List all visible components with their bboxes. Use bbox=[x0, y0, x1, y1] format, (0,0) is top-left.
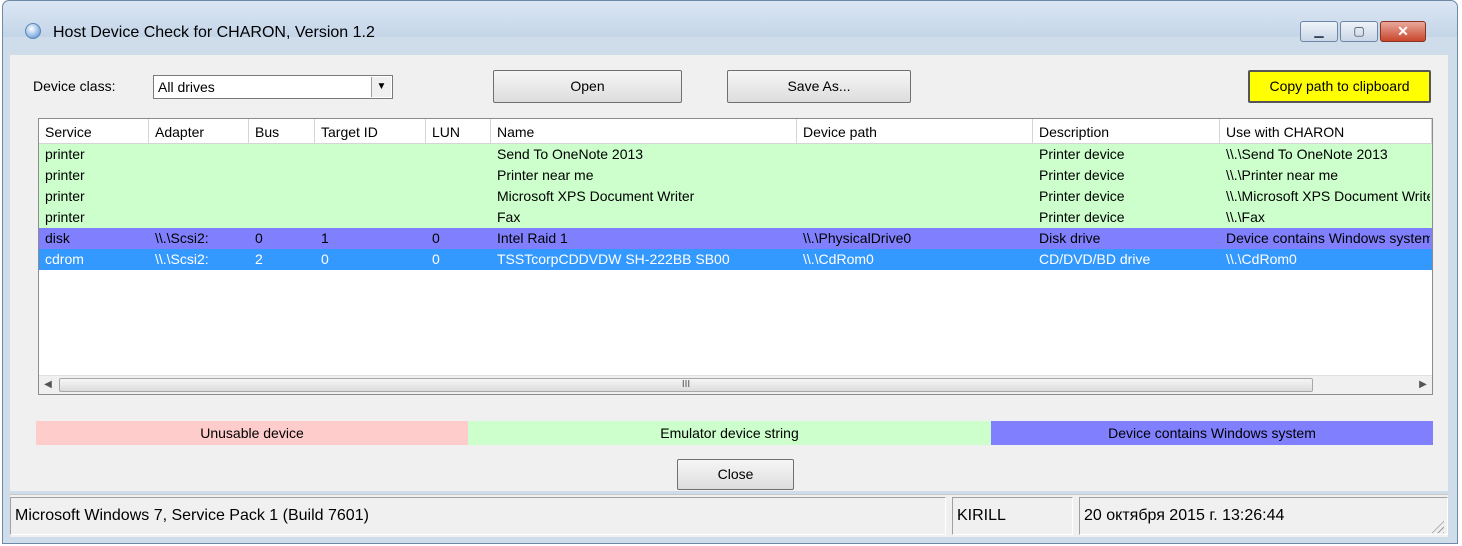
cell-name: Microsoft XPS Document Writer bbox=[497, 188, 695, 204]
column-header-adapter[interactable]: Adapter bbox=[149, 119, 249, 143]
cell-target-id: 0 bbox=[321, 251, 329, 267]
column-header-target-id[interactable]: Target ID bbox=[315, 119, 426, 143]
table-row[interactable]: printer Microsoft XPS Document Writer Prin… bbox=[39, 186, 1432, 207]
close-button[interactable]: Close bbox=[677, 459, 794, 490]
cell-name: Printer near me bbox=[497, 167, 594, 183]
cell-use-with-charon: \\.\Send To OneNote 2013 bbox=[1226, 146, 1388, 162]
open-button[interactable]: Open bbox=[493, 70, 682, 103]
save-as-button[interactable]: Save As... bbox=[727, 70, 911, 103]
table-row[interactable]: printer Fax Printer device \\.\Fax bbox=[39, 207, 1432, 228]
device-class-value: All drives bbox=[158, 79, 215, 95]
cell-name: Intel Raid 1 bbox=[497, 230, 568, 246]
legend-unusable-device: Unusable device bbox=[36, 421, 468, 445]
device-class-select[interactable]: All drives ▼ bbox=[153, 75, 393, 99]
cell-service: cdrom bbox=[45, 251, 84, 267]
copy-path-button[interactable]: Copy path to clipboard bbox=[1248, 70, 1431, 103]
cell-use-with-charon: Device contains Windows system bbox=[1226, 230, 1430, 246]
list-header: Service Adapter Bus Target ID LUN Name Device … bbox=[39, 119, 1432, 144]
column-header-device-path[interactable]: Device path bbox=[797, 119, 1033, 143]
maximize-icon: ▢ bbox=[1353, 24, 1365, 38]
horizontal-scrollbar[interactable]: ◀ III ▶ bbox=[39, 375, 1432, 394]
cell-bus: 2 bbox=[255, 251, 263, 267]
close-icon: ✕ bbox=[1397, 23, 1409, 39]
cell-device-path: \\.\CdRom0 bbox=[803, 251, 874, 267]
app-icon bbox=[25, 23, 41, 39]
cell-service: printer bbox=[45, 146, 85, 162]
cell-adapter: \\.\Scsi2: bbox=[155, 230, 209, 246]
table-row[interactable]: cdrom \\.\Scsi2: 2 0 0 TSSTcorpCDDVDW SH-222B… bbox=[39, 249, 1432, 270]
close-window-button[interactable]: ✕ bbox=[1380, 21, 1426, 42]
cell-lun: 0 bbox=[432, 251, 440, 267]
cell-service: printer bbox=[45, 188, 85, 204]
column-header-bus[interactable]: Bus bbox=[249, 119, 315, 143]
cell-name: Send To OneNote 2013 bbox=[497, 146, 644, 162]
chevron-down-icon[interactable]: ▼ bbox=[371, 77, 391, 97]
cell-description: Printer device bbox=[1039, 167, 1125, 183]
client-area: Device class: All drives ▼ Open Save As.… bbox=[10, 55, 1448, 491]
cell-use-with-charon: \\.\Fax bbox=[1226, 209, 1265, 225]
scroll-thumb[interactable]: III bbox=[59, 378, 1313, 392]
cell-description: Printer device bbox=[1039, 209, 1125, 225]
column-header-use-with-charon[interactable]: Use with CHARON bbox=[1220, 119, 1432, 143]
cell-name: Fax bbox=[497, 209, 521, 225]
scroll-left-icon[interactable]: ◀ bbox=[39, 376, 57, 394]
title-bar[interactable]: Host Device Check for CHARON, Version 1.… bbox=[3, 1, 1457, 42]
cell-service: printer bbox=[45, 209, 85, 225]
cell-use-with-charon: \\.\CdRom0 bbox=[1226, 251, 1297, 267]
maximize-button[interactable]: ▢ bbox=[1340, 21, 1378, 42]
status-bar: Microsoft Windows 7, Service Pack 1 (Bui… bbox=[10, 494, 1448, 537]
legend-windows-system: Device contains Windows system bbox=[991, 421, 1433, 445]
cell-description: CD/DVD/BD drive bbox=[1039, 251, 1151, 267]
column-header-description[interactable]: Description bbox=[1033, 119, 1220, 143]
cell-name: TSSTcorpCDDVDW SH-222BB SB00 bbox=[497, 251, 730, 267]
window-title: Host Device Check for CHARON, Version 1.… bbox=[53, 24, 375, 41]
scroll-right-icon[interactable]: ▶ bbox=[1414, 376, 1432, 394]
minimize-button[interactable]: ▁ bbox=[1300, 21, 1338, 42]
table-row[interactable]: disk \\.\Scsi2: 0 1 0 Intel Raid 1 \\.\Physica… bbox=[39, 228, 1432, 249]
device-class-label: Device class: bbox=[33, 78, 116, 94]
cell-description: Printer device bbox=[1039, 188, 1125, 204]
column-header-service[interactable]: Service bbox=[39, 119, 149, 143]
table-row[interactable]: printer Printer near me Printer device \\.\… bbox=[39, 165, 1432, 186]
legend-emulator-device-string: Emulator device string bbox=[468, 421, 991, 445]
table-row[interactable]: printer Send To OneNote 2013 Printer devic… bbox=[39, 144, 1432, 165]
cell-use-with-charon: \\.\Microsoft XPS Document Writer bbox=[1226, 188, 1430, 204]
main-window: Host Device Check for CHARON, Version 1.… bbox=[2, 0, 1458, 544]
cell-use-with-charon: \\.\Printer near me bbox=[1226, 167, 1339, 183]
cell-description: Printer device bbox=[1039, 146, 1125, 162]
device-list[interactable]: Service Adapter Bus Target ID LUN Name Device … bbox=[38, 118, 1433, 395]
status-user: KIRILL bbox=[952, 497, 1073, 535]
column-header-name[interactable]: Name bbox=[491, 119, 797, 143]
minimize-icon: ▁ bbox=[1314, 24, 1324, 38]
cell-description: Disk drive bbox=[1039, 230, 1101, 246]
column-header-lun[interactable]: LUN bbox=[426, 119, 491, 143]
cell-target-id: 1 bbox=[321, 230, 329, 246]
cell-service: disk bbox=[45, 230, 70, 246]
cell-bus: 0 bbox=[255, 230, 263, 246]
cell-adapter: \\.\Scsi2: bbox=[155, 251, 209, 267]
status-datetime: 20 октября 2015 г. 13:26:44 bbox=[1079, 497, 1448, 535]
status-os-info: Microsoft Windows 7, Service Pack 1 (Bui… bbox=[10, 497, 946, 535]
cell-lun: 0 bbox=[432, 230, 440, 246]
cell-service: printer bbox=[45, 167, 85, 183]
cell-device-path: \\.\PhysicalDrive0 bbox=[803, 230, 912, 246]
